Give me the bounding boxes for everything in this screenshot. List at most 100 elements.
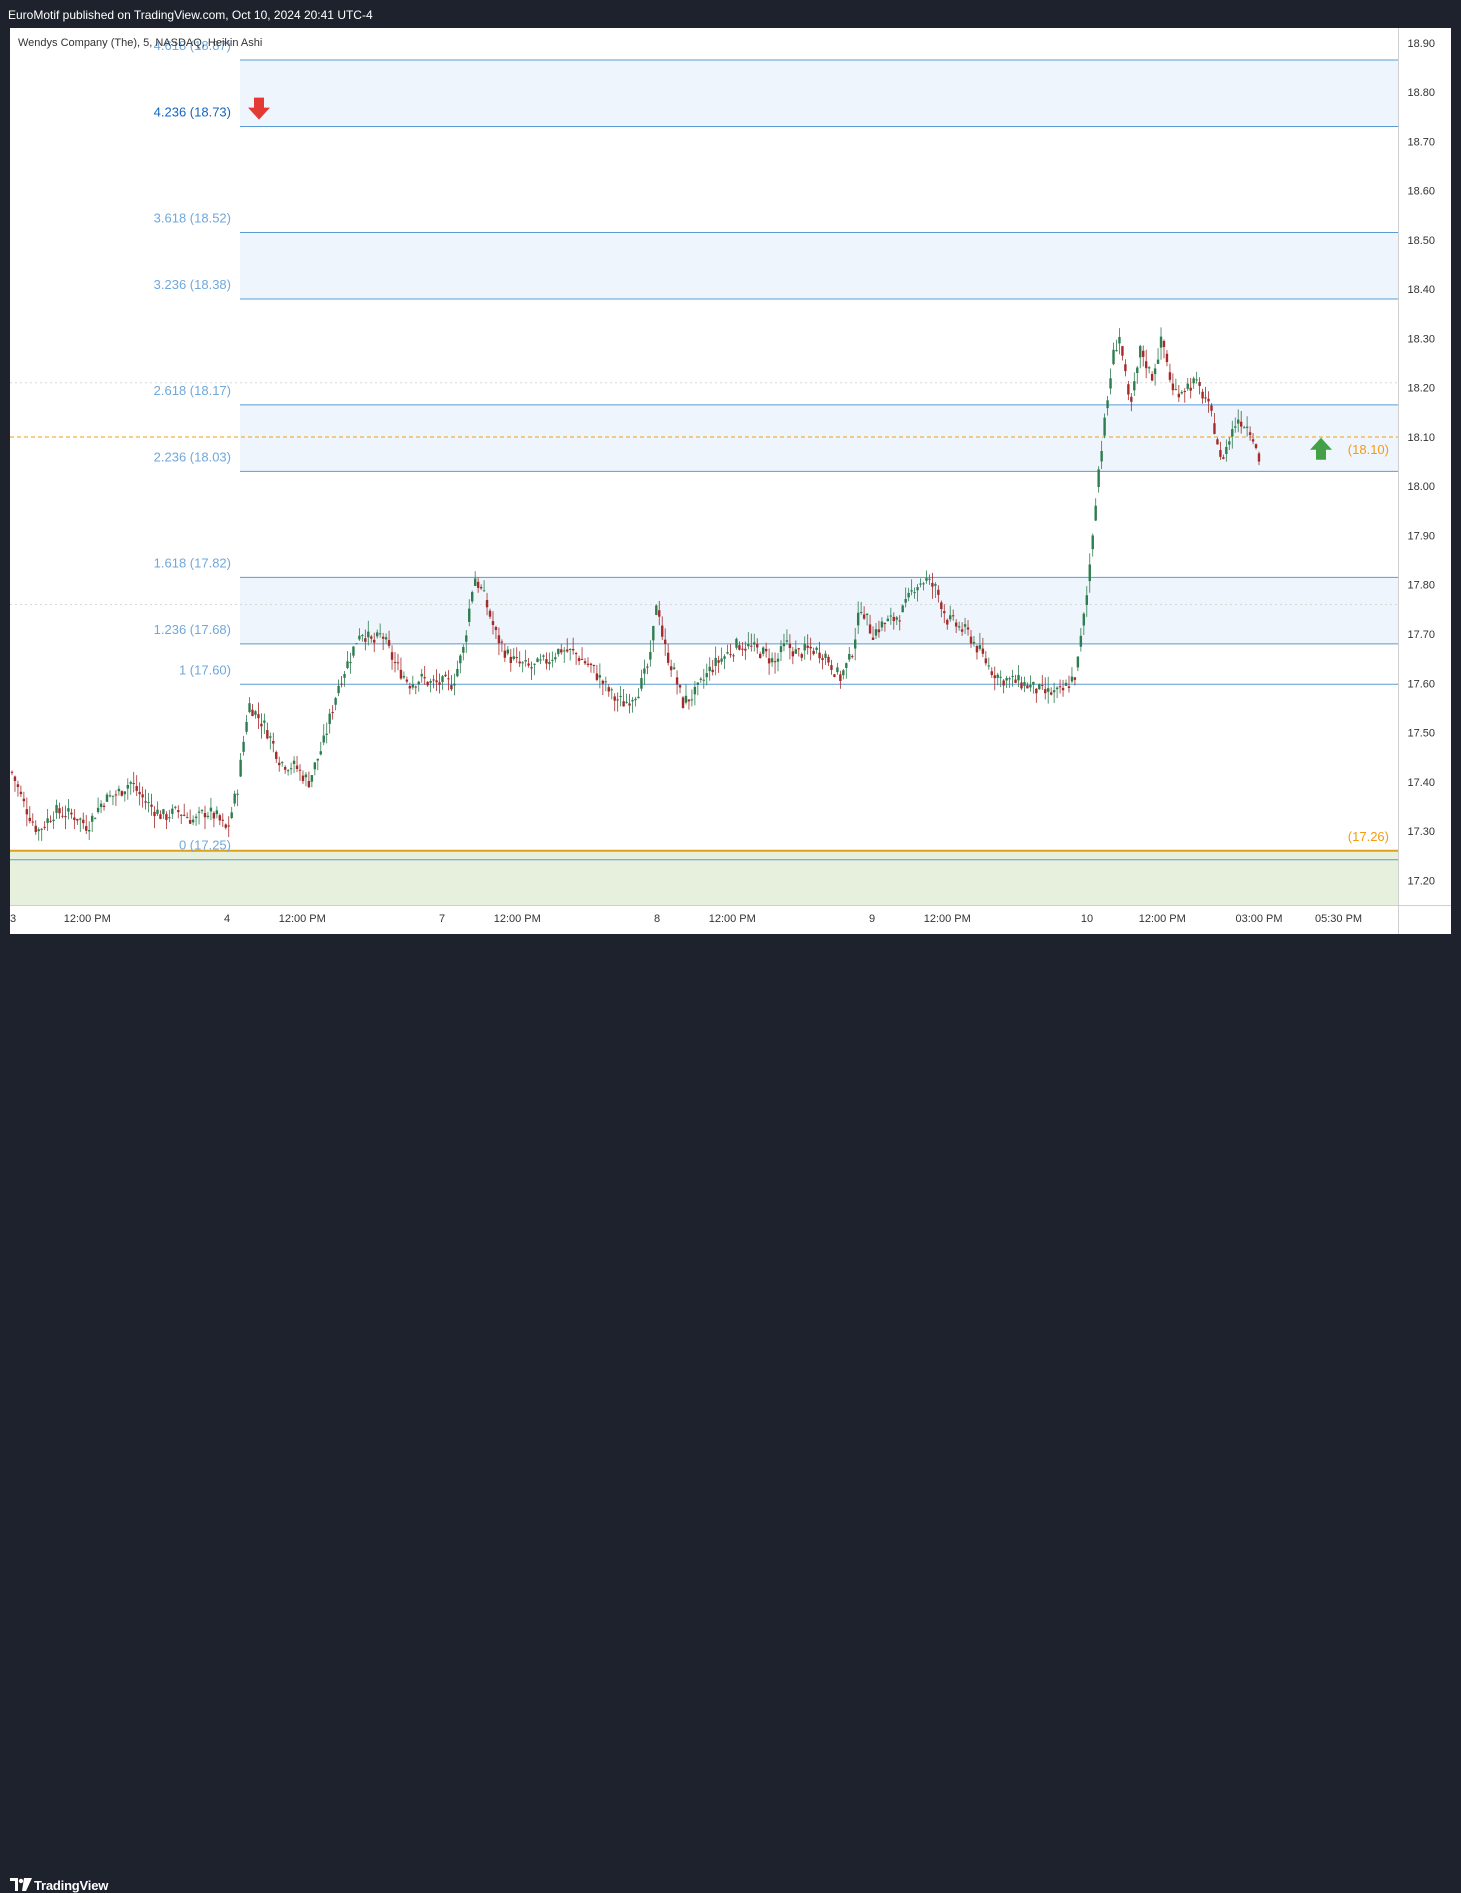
publish-header: EuroMotif published on TradingView.com, … [0,0,1461,28]
candle-body [951,615,955,617]
candle-body [144,801,147,803]
candle-body [85,826,88,831]
candle-body [1094,505,1097,521]
candle-body [1061,687,1065,691]
candle-body [414,686,417,688]
candle-body [168,817,171,819]
candle-body [1150,374,1154,381]
candle-body [776,658,780,662]
y-axis[interactable]: 18.90 18.80 18.70 18.60 18.50 18.40 18.30 18.20… [1398,28,1436,934]
candle-body [735,638,738,648]
candle-body [619,695,622,697]
candle-body [307,780,311,788]
candle-body [1142,350,1145,357]
candle-body [278,762,281,766]
x-tick-label: 05:30 PM [1315,913,1362,925]
x-tick-label: 12:00 PM [494,913,541,925]
candle-body [171,808,174,814]
candle-body [607,687,610,692]
candle-body [836,667,839,673]
candle-body [135,786,138,791]
candle-body [723,656,726,659]
candle-body [702,679,705,681]
y-tick-label: 18.40 [1407,284,1435,296]
brand-name: TradingView [34,1878,109,1893]
x-tick-label: 9 [869,913,875,925]
candle-body [732,655,735,657]
candle-body [773,661,777,663]
candle-body [10,771,14,773]
candle-body [1067,686,1071,688]
symbol-legend: Wendys Company (The), 5, NASDAQ, Heikin … [18,37,262,49]
candle-body [334,698,337,705]
candle-body [1005,678,1008,681]
fib-label-0: 0 (17.25) [179,838,231,853]
candle-body [491,621,495,626]
candle-body [981,648,985,654]
candle-body [1124,364,1127,372]
candle-body [153,811,156,817]
candle-body [337,685,340,694]
candle-body [566,649,569,652]
candle-body [358,635,361,640]
candle-body [830,665,833,670]
candle-body [370,636,373,639]
candle-body [221,819,225,821]
y-tick-label: 18.70 [1407,136,1435,148]
price-chart[interactable]: 4.618 (18.87)4.236 (18.73)3.618 (18.52)3… [10,28,1451,934]
candle-body [1153,368,1157,375]
candle-body [922,583,925,585]
candle-body [1156,359,1160,364]
candle-body [539,659,542,661]
y-tick-label: 17.40 [1407,777,1435,789]
candle-body [767,658,771,664]
candle-body [393,662,397,664]
chart-frame[interactable]: 4.618 (18.87) 4.236 (18.73) 3.618 (18.52) 3… [10,28,1451,934]
support-price-label: (17.26) [1348,829,1389,844]
candle-body [43,826,46,828]
candle-body [726,652,729,654]
candle-body [693,686,697,695]
y-tick-label: 18.30 [1407,333,1435,345]
candle-body [438,682,441,685]
candle-body [649,651,652,660]
candle-body [589,663,593,666]
candle-body [821,658,824,660]
candle-body [577,658,581,662]
candle-body [67,808,70,812]
candle-body [346,661,349,668]
x-axis[interactable]: 3 12:00 PM 4 12:00 PM 7 12:00 PM 8 12:00 PM 9 12:… [10,905,1451,926]
candle-body [1127,384,1130,395]
fib-label-4.236: 4.236 (18.73) [154,105,231,120]
candle-body [1026,685,1029,689]
candle-body [1106,400,1109,409]
candle-body [1002,680,1005,686]
candle-body [1180,392,1184,394]
candle-body [744,648,747,651]
candle-body [99,803,103,808]
candle-body [105,794,109,802]
candle-body [675,677,679,685]
candle-body [230,812,233,818]
candle-body [886,618,890,622]
candle-body [212,812,216,819]
candle-body [571,648,575,651]
candle-body [286,770,290,772]
candle-body [515,657,518,659]
candle-body [705,673,708,678]
candle-body [349,661,352,664]
y-tick-label: 17.30 [1407,826,1435,838]
candle-body [108,795,112,797]
candle-body [500,641,504,643]
candle-body [717,660,720,663]
candle-body [390,652,394,660]
candle-body [304,774,308,778]
candle-body [1041,684,1044,686]
candle-body [1103,417,1106,436]
y-tick-label: 18.20 [1407,383,1435,395]
candle-body [1020,682,1023,689]
candle-body [613,696,616,701]
candle-body [352,646,355,656]
candle-body [405,679,409,682]
candle-body [874,629,878,636]
